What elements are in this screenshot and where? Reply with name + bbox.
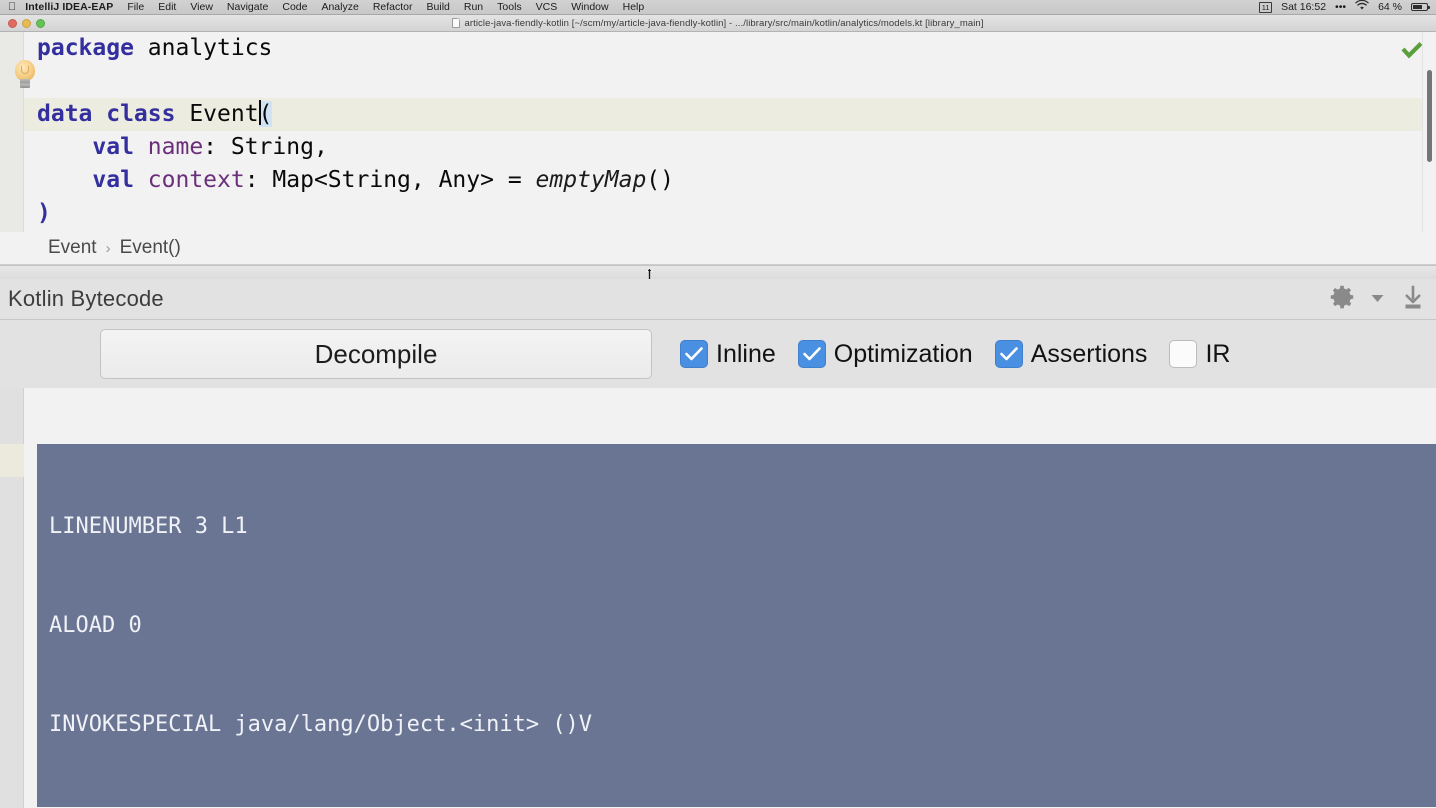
checkbox-assertions-box[interactable] xyxy=(994,340,1023,368)
keyword-package: package xyxy=(37,35,148,61)
desktop-number-indicator[interactable]: 11 xyxy=(1259,1,1273,13)
lightbulb-intention-icon[interactable] xyxy=(12,60,38,94)
keyword-data-class: data class xyxy=(37,101,190,127)
checkbox-inline[interactable]: Inline xyxy=(680,340,776,369)
menu-item-tools[interactable]: Tools xyxy=(497,1,522,13)
menu-item-file[interactable]: File xyxy=(127,1,144,13)
decompile-button[interactable]: Decompile xyxy=(100,329,652,379)
editor-toolwindow-splitter[interactable] xyxy=(0,265,1436,279)
menu-item-build[interactable]: Build xyxy=(427,1,450,13)
menu-item-help[interactable]: Help xyxy=(623,1,645,13)
menu-app-name[interactable]: IntelliJ IDEA-EAP xyxy=(25,1,113,13)
wifi-icon[interactable] xyxy=(1355,0,1369,14)
menu-bar-clock[interactable]: Sat 16:52 xyxy=(1281,1,1326,13)
breadcrumb-item-event[interactable]: Event xyxy=(48,237,97,259)
code-line-6[interactable]: ) xyxy=(24,197,1436,230)
class-name-event: Event xyxy=(189,101,259,127)
intellij-window:  IntelliJ IDEA-EAP File Edit View Navig… xyxy=(0,0,1436,808)
bytecode-text[interactable]: INVOKESTATIC kotlin/jvm/internal/Intrins… xyxy=(25,388,1436,808)
bytecode-selected-lines[interactable]: LINENUMBER 3 L1 ALOAD 0 INVOKESPECIAL ja… xyxy=(25,444,1436,808)
checkbox-ir-box[interactable] xyxy=(1169,340,1198,368)
matching-paren-highlight: ( xyxy=(258,101,273,127)
property-context: context xyxy=(147,167,245,193)
window-title-bar: article-java-fiendly-kotlin [~/scm/my/ar… xyxy=(0,15,1436,32)
menu-item-edit[interactable]: Edit xyxy=(158,1,176,13)
closing-paren: ) xyxy=(37,200,51,226)
green-checkmark-icon[interactable] xyxy=(1400,40,1424,60)
menu-item-refactor[interactable]: Refactor xyxy=(373,1,413,13)
checkbox-assertions-label: Assertions xyxy=(1030,339,1148,368)
type-map: : Map<String, Any> = xyxy=(244,167,536,193)
code-line-5[interactable]: val context: Map<String, Any> = emptyMap… xyxy=(24,164,1436,197)
code-line-3[interactable]: data class Event( xyxy=(24,98,1436,131)
checkbox-inline-label: Inline xyxy=(716,339,776,368)
bytecode-line-invokespecial[interactable]: INVOKESPECIAL java/lang/Object.<init> ()… xyxy=(25,708,1436,741)
checkbox-inline-box[interactable] xyxy=(680,340,708,368)
bytecode-line-linenumber[interactable]: LINENUMBER 3 L1 xyxy=(25,510,1436,543)
keyword-val-name: val xyxy=(37,134,148,160)
editor-code-area[interactable]: package analytics data class Event( val … xyxy=(24,32,1436,232)
package-name: analytics xyxy=(147,35,273,61)
chevron-down-icon[interactable] xyxy=(1371,290,1384,308)
menu-bar-status-area: 11 Sat 16:52 ••• 64 % xyxy=(1259,0,1430,14)
menu-item-window[interactable]: Window xyxy=(571,1,608,13)
code-line-1[interactable]: package analytics xyxy=(24,32,1436,65)
property-name: name xyxy=(147,134,204,160)
menu-item-view[interactable]: View xyxy=(190,1,213,13)
menu-item-code[interactable]: Code xyxy=(282,1,307,13)
battery-percent-label: 64 % xyxy=(1378,1,1402,13)
function-empty-map: emptyMap xyxy=(535,167,647,193)
maximize-button[interactable] xyxy=(36,19,45,28)
checkbox-optimization-label: Optimization xyxy=(833,339,973,368)
menu-item-navigate[interactable]: Navigate xyxy=(227,1,268,13)
window-title-text: article-java-fiendly-kotlin [~/scm/my/ar… xyxy=(464,17,984,29)
menu-item-analyze[interactable]: Analyze xyxy=(321,1,358,13)
menu-item-run[interactable]: Run xyxy=(464,1,483,13)
bytecode-option-checkboxes: Inline Optimization Assertions IR xyxy=(680,340,1230,369)
checkbox-optimization[interactable]: Optimization xyxy=(797,339,973,369)
bytecode-gutter[interactable] xyxy=(0,388,24,808)
checkbox-ir[interactable]: IR xyxy=(1169,340,1230,369)
window-traffic-lights xyxy=(8,19,45,28)
bytecode-options-toolbar: Decompile Inline Optimization Assertions xyxy=(0,320,1436,388)
minimize-button[interactable] xyxy=(22,19,31,28)
code-line-4[interactable]: val name: String, xyxy=(24,131,1436,164)
breadcrumb-item-event-ctor[interactable]: Event() xyxy=(120,237,181,259)
bytecode-panel-title: Kotlin Bytecode xyxy=(8,286,164,311)
code-line-2[interactable] xyxy=(24,65,1436,98)
type-string: : String, xyxy=(203,134,328,160)
apple-logo-icon[interactable]:  xyxy=(8,1,16,13)
keyword-val-context: val xyxy=(37,167,148,193)
bytecode-code-view[interactable]: INVOKESTATIC kotlin/jvm/internal/Intrins… xyxy=(0,388,1436,808)
call-parens: () xyxy=(646,167,674,193)
battery-icon[interactable] xyxy=(1411,3,1430,11)
gear-icon[interactable] xyxy=(1327,282,1357,317)
editor-scrollbar[interactable] xyxy=(1422,32,1436,232)
macos-menu-bar:  IntelliJ IDEA-EAP File Edit View Navig… xyxy=(0,0,1436,15)
editor-scrollbar-thumb[interactable] xyxy=(1427,70,1432,162)
code-editor[interactable]: package analytics data class Event( val … xyxy=(0,32,1436,232)
bytecode-header-actions xyxy=(1327,282,1436,317)
document-icon xyxy=(452,18,461,28)
menu-item-vcs[interactable]: VCS xyxy=(536,1,558,13)
bytecode-toolwindow-header: Kotlin Bytecode xyxy=(0,279,1436,320)
chevron-right-icon: › xyxy=(105,239,111,257)
window-title: article-java-fiendly-kotlin [~/scm/my/ar… xyxy=(452,18,983,29)
breadcrumb: Event › Event() xyxy=(0,232,1436,265)
checkbox-optimization-box[interactable] xyxy=(797,340,826,368)
bytecode-line-aload-0-a[interactable]: ALOAD 0 xyxy=(25,609,1436,642)
bytecode-gutter-highlight xyxy=(0,444,24,477)
text-caret xyxy=(258,100,261,125)
checkbox-ir-label: IR xyxy=(1205,339,1231,368)
download-icon[interactable] xyxy=(1398,282,1428,317)
checkbox-assertions[interactable]: Assertions xyxy=(994,339,1148,369)
menu-extras-dots-icon[interactable]: ••• xyxy=(1335,1,1346,13)
close-button[interactable] xyxy=(8,19,17,28)
